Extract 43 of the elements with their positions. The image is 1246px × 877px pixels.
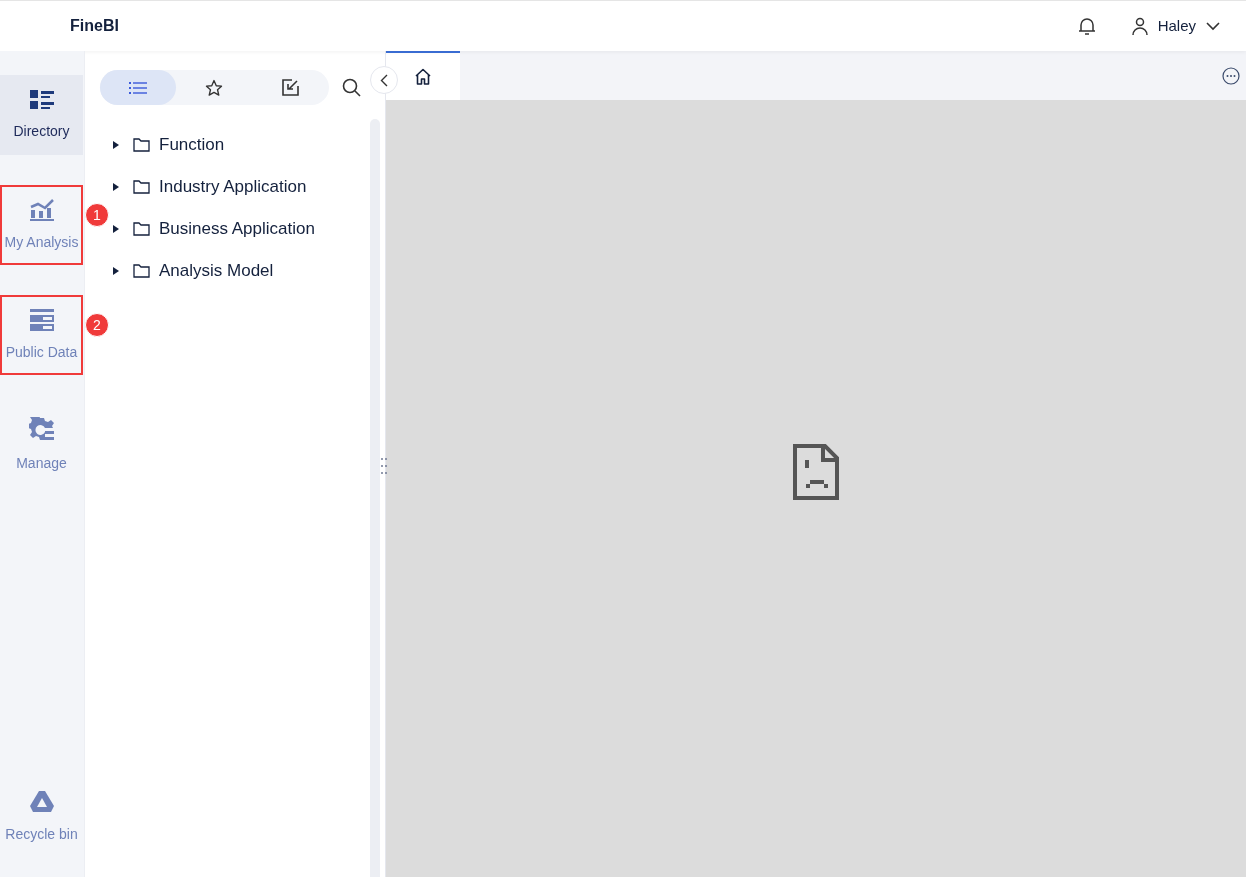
tree-item[interactable]: Business Application — [112, 218, 370, 240]
caret-icon — [112, 141, 120, 149]
caret-icon — [112, 225, 120, 233]
broken-page-icon — [793, 443, 839, 500]
collapse-button[interactable] — [370, 66, 398, 94]
home-tab[interactable] — [386, 51, 460, 100]
more-button[interactable] — [1222, 66, 1240, 85]
gear-icon — [28, 416, 55, 443]
triangle-icon — [28, 789, 55, 814]
nav-item[interactable]: Public Data — [0, 295, 83, 375]
chevron-left-icon — [380, 73, 388, 87]
search-button[interactable] — [342, 78, 361, 97]
user-icon — [1131, 17, 1148, 35]
bell-icon — [1077, 16, 1096, 36]
folder-icon — [133, 222, 150, 236]
import-icon — [282, 79, 300, 96]
folder-icon — [133, 180, 150, 194]
caret-icon — [112, 183, 120, 191]
resize-handle-icon[interactable] — [380, 457, 388, 475]
notification-button[interactable] — [1077, 16, 1096, 36]
more-icon — [1222, 66, 1240, 85]
nav-item[interactable]: Directory — [0, 75, 83, 155]
folder-icon — [133, 264, 150, 278]
tree-item[interactable]: Industry Application — [112, 176, 370, 198]
home-icon — [414, 67, 432, 86]
chevron-down-icon — [1206, 21, 1220, 31]
nav-item[interactable]: Manage — [0, 405, 83, 485]
user-menu[interactable]: Haley — [1131, 14, 1220, 38]
app-title: FineBI — [70, 16, 119, 36]
chart-icon — [28, 197, 55, 222]
caret-icon — [112, 267, 120, 275]
tree-item[interactable]: Analysis Model — [112, 260, 370, 282]
list-icon — [129, 80, 148, 95]
list-icon — [28, 88, 55, 111]
tree-item[interactable]: Function — [112, 134, 370, 156]
nav-item[interactable]: Recycle bin — [0, 777, 83, 857]
star-icon — [205, 78, 224, 97]
nav-item[interactable]: My Analysis — [0, 185, 83, 265]
folder-icon — [133, 138, 150, 152]
search-icon — [342, 78, 361, 97]
scrollbar[interactable] — [370, 119, 380, 877]
table-icon — [28, 307, 55, 332]
view-tab[interactable] — [100, 70, 177, 105]
